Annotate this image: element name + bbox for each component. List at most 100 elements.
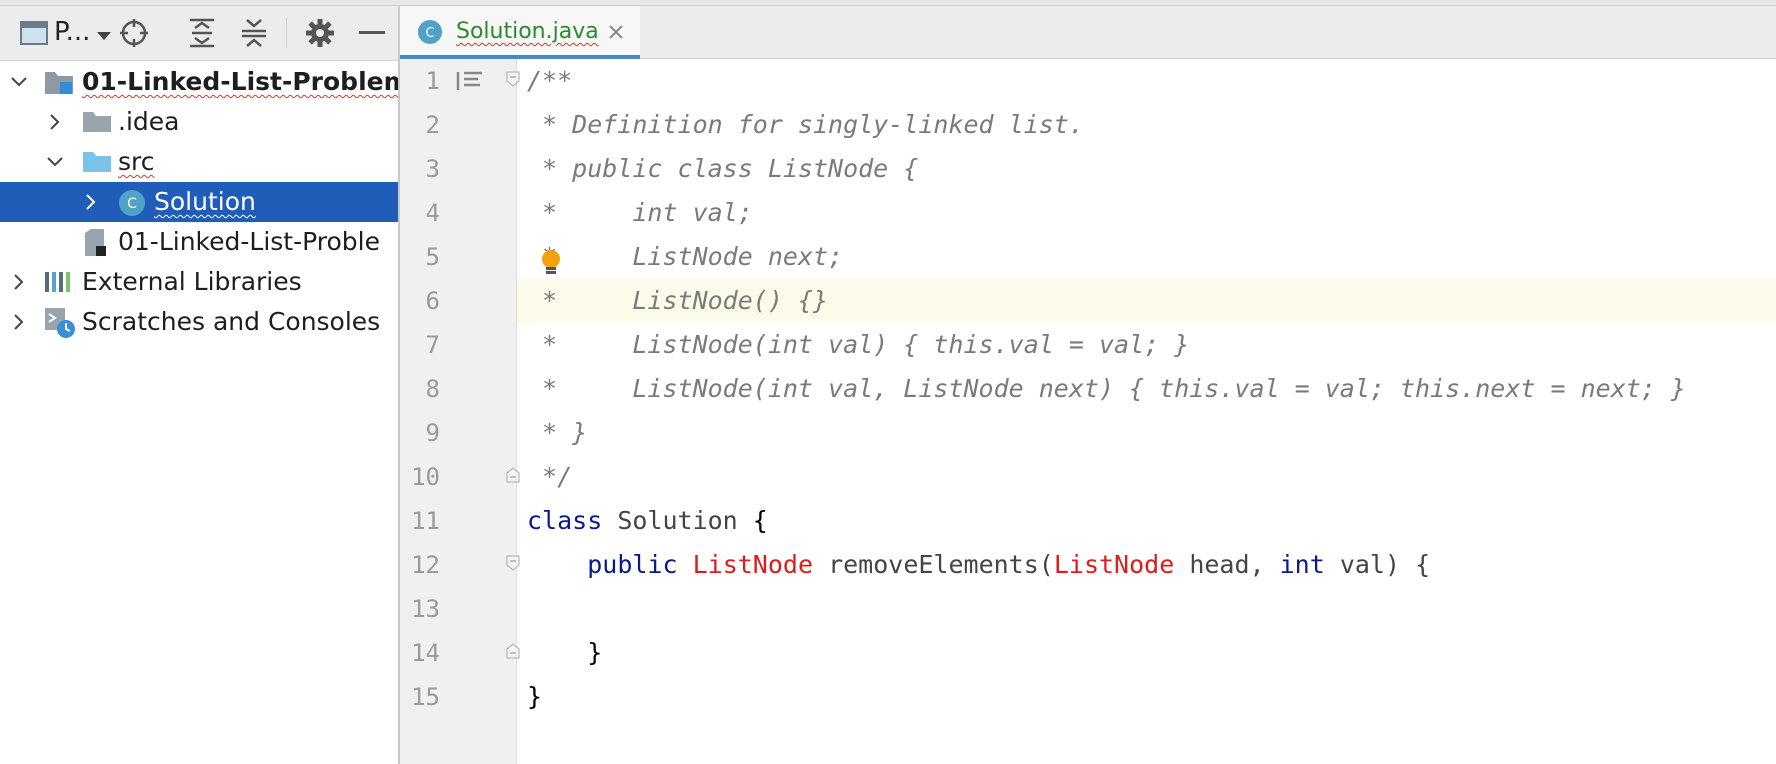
tree-item-src-folder[interactable]: src — [0, 142, 398, 182]
project-tool-window: P... 01-Linked-List-Problem .idea src C … — [0, 6, 400, 764]
locate-file-button[interactable] — [116, 14, 152, 52]
tree-item-iml-file[interactable]: 01-Linked-List-Proble — [0, 222, 398, 262]
line-number: 14 — [411, 639, 440, 667]
line-number: 15 — [411, 683, 440, 711]
code-token: * ListNode() {} — [527, 286, 829, 315]
tree-item-label: 01-Linked-List-Problem — [82, 67, 398, 96]
iml-file-icon — [84, 228, 108, 258]
line-number: 2 — [425, 111, 440, 139]
project-view-label: P... — [54, 17, 91, 47]
code-line[interactable]: * public class ListNode { — [517, 147, 1776, 191]
collapse-all-button[interactable] — [236, 14, 272, 52]
close-icon[interactable] — [608, 24, 624, 40]
tree-item-label: 01-Linked-List-Proble — [118, 227, 380, 256]
collapse-all-icon — [242, 19, 266, 47]
code-token: } — [527, 682, 543, 711]
code-line[interactable] — [517, 587, 1776, 631]
tree-item-label: Solution — [154, 187, 256, 216]
scratches-icon — [44, 307, 76, 339]
code-token: /** — [527, 66, 573, 95]
code-token: int — [1279, 550, 1325, 579]
hide-panel-button[interactable] — [354, 14, 390, 52]
chevron-right-icon[interactable] — [46, 113, 64, 131]
fold-marker-icon[interactable] — [506, 643, 520, 659]
code-line[interactable]: */ — [517, 455, 1776, 499]
code-line[interactable]: public ListNode removeElements(ListNode … — [517, 543, 1776, 587]
line-number: 5 — [425, 243, 440, 271]
code-token: class — [527, 506, 603, 535]
line-number: 13 — [411, 595, 440, 623]
svg-text:C: C — [127, 196, 137, 212]
code-line[interactable]: } — [517, 675, 1776, 719]
code-token: Solution — [617, 506, 738, 535]
code-line[interactable]: } — [517, 631, 1776, 675]
fold-marker-icon[interactable] — [506, 71, 520, 87]
chevron-down-icon[interactable] — [46, 153, 64, 171]
code-line[interactable]: * } — [517, 411, 1776, 455]
chevron-down-icon[interactable] — [10, 73, 28, 91]
line-number: 11 — [411, 507, 440, 535]
code-area[interactable]: /** * Definition for singly-linked list.… — [506, 59, 1776, 764]
crosshair-icon — [120, 19, 148, 47]
class-icon: C — [418, 20, 442, 44]
code-line[interactable]: * ListNode(int val, ListNode next) { thi… — [517, 367, 1776, 411]
fold-marker-icon[interactable] — [506, 555, 520, 571]
tree-item-label: External Libraries — [82, 267, 302, 296]
code-token: * ListNode(int val, ListNode next) { thi… — [527, 374, 1686, 403]
chevron-right-icon[interactable] — [10, 273, 28, 291]
tab-title: Solution.java — [456, 19, 599, 44]
tree-item-label: .idea — [118, 107, 180, 136]
code-line[interactable]: * ListNode(int val) { this.val = val; } — [517, 323, 1776, 367]
gear-icon — [306, 19, 334, 47]
code-token: * Definition for singly-linked list. — [527, 110, 1084, 139]
code-token: public — [587, 550, 678, 579]
expand-all-button[interactable] — [184, 14, 220, 52]
tree-item-idea-folder[interactable]: .idea — [0, 102, 398, 142]
fold-marker-icon[interactable] — [506, 467, 520, 483]
line-number: 12 — [411, 551, 440, 579]
code-line[interactable]: /** — [517, 59, 1776, 103]
line-number: 1 — [425, 67, 440, 95]
tree-item-external-libraries[interactable]: External Libraries — [0, 262, 398, 302]
code-token: head, — [1174, 550, 1280, 579]
svg-text:C: C — [425, 26, 434, 41]
code-token: val) { — [1324, 550, 1431, 579]
line-number: 9 — [425, 419, 440, 447]
code-line[interactable]: class Solution { — [517, 499, 1776, 543]
folder-icon — [82, 110, 112, 134]
code-line[interactable]: * ListNode next; — [517, 235, 1776, 279]
settings-button[interactable] — [302, 14, 338, 52]
tree-item-scratches[interactable]: Scratches and Consoles — [0, 302, 398, 342]
code-token: * public class ListNode { — [527, 154, 919, 183]
tab-solution-java[interactable]: C Solution.java — [400, 6, 640, 59]
toolbar-separator — [286, 18, 287, 48]
module-folder-icon — [44, 68, 74, 96]
chevron-right-icon[interactable] — [10, 313, 28, 331]
lightbulb-icon[interactable] — [540, 249, 562, 277]
code-token: * int val; — [527, 198, 753, 227]
project-view-icon — [20, 21, 48, 45]
line-number: 7 — [425, 331, 440, 359]
code-token: * ListNode next; — [527, 242, 844, 271]
code-line[interactable]: * int val; — [517, 191, 1776, 235]
code-token: ListNode — [692, 550, 814, 579]
class-icon: C — [118, 189, 146, 217]
code-line[interactable]: * Definition for singly-linked list. — [517, 103, 1776, 147]
line-number: 3 — [425, 155, 440, 183]
line-number: 6 — [425, 287, 440, 315]
bookmark-lines-icon[interactable] — [456, 70, 484, 92]
code-line[interactable]: * ListNode() {} — [517, 279, 1776, 323]
project-toolbar: P... — [0, 6, 398, 61]
project-view-selector[interactable]: P... — [18, 14, 112, 52]
tree-item-module[interactable]: 01-Linked-List-Problem — [0, 62, 398, 102]
tree-item-solution-class[interactable]: C Solution — [0, 182, 398, 222]
line-number: 4 — [425, 199, 440, 227]
tree-item-label: Scratches and Consoles — [82, 307, 381, 336]
chevron-right-icon[interactable] — [82, 193, 100, 211]
line-number: 10 — [411, 463, 440, 491]
libraries-icon — [44, 270, 74, 294]
editor-area: C Solution.java 1 2 3 4 5 6 7 8 9 10 11 12 13 14 15 /*… — [400, 6, 1776, 764]
